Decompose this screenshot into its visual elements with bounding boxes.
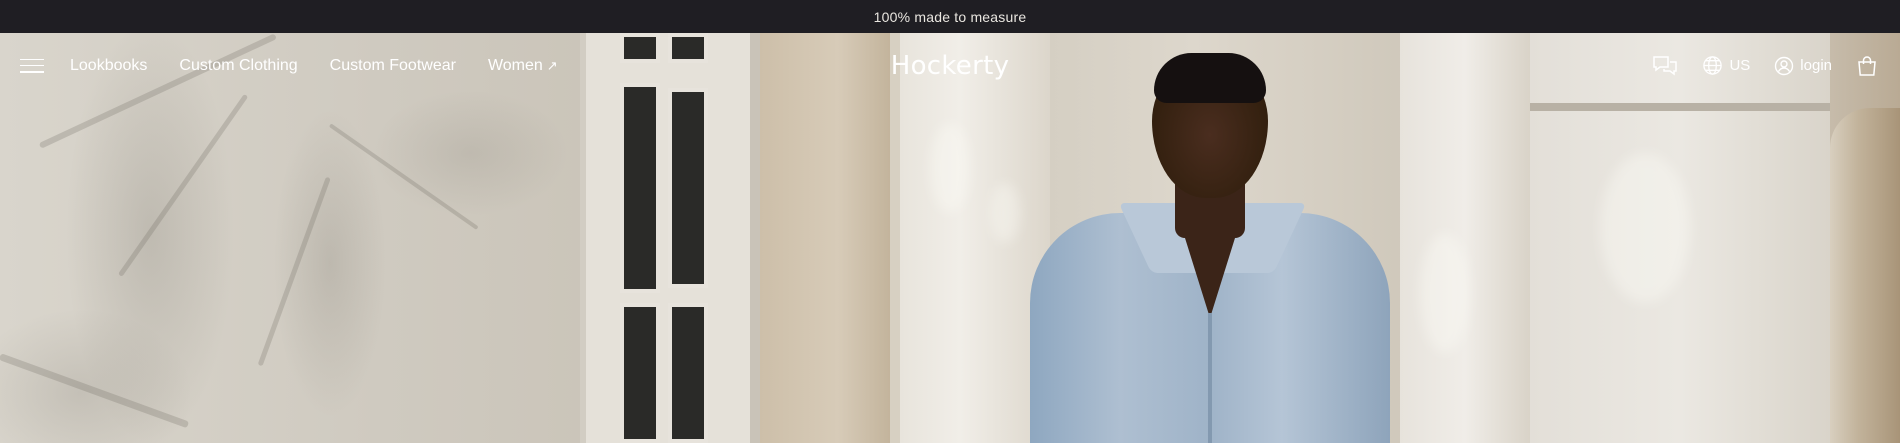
window-pane [620, 83, 660, 293]
chat-icon [1652, 55, 1678, 77]
nav-link-women-label: Women [487, 56, 543, 74]
model-figure [1020, 53, 1400, 443]
cart-button[interactable] [1856, 55, 1878, 77]
nav-link-custom-clothing[interactable]: Custom Clothing [179, 57, 297, 75]
brand-logo[interactable]: Hockerty [891, 33, 1010, 98]
window-pane [668, 88, 708, 288]
chat-button[interactable] [1652, 55, 1678, 77]
announcement-text: 100% made to measure [873, 8, 1027, 25]
ledge [1530, 103, 1830, 111]
announcement-bar: 100% made to measure [0, 0, 1900, 33]
arch [1830, 108, 1900, 443]
light-spot [930, 123, 970, 213]
light-spot [990, 183, 1020, 243]
user-icon [1774, 56, 1794, 76]
window-pane [620, 303, 660, 443]
login-label: login [1800, 57, 1832, 74]
region-label: US [1729, 57, 1751, 74]
nav-link-custom-footwear[interactable]: Custom Footwear [330, 57, 456, 75]
nav-links: Lookbooks Custom Clothing Custom Footwea… [70, 57, 558, 75]
external-arrow-icon: ↗ [546, 57, 558, 73]
globe-icon [1702, 55, 1723, 76]
light-spot [1420, 233, 1470, 353]
utility-nav: US login [1652, 33, 1878, 98]
shirt-placket [1208, 313, 1212, 443]
login-link[interactable]: login [1774, 56, 1832, 76]
nav-link-lookbooks[interactable]: Lookbooks [70, 57, 147, 75]
region-selector[interactable]: US [1702, 55, 1750, 76]
window-pane [668, 303, 708, 443]
light-spot [1600, 153, 1690, 303]
nav-link-women[interactable]: Women ↗ [488, 57, 558, 75]
menu-icon[interactable] [20, 58, 44, 73]
shopping-bag-icon [1856, 55, 1878, 77]
